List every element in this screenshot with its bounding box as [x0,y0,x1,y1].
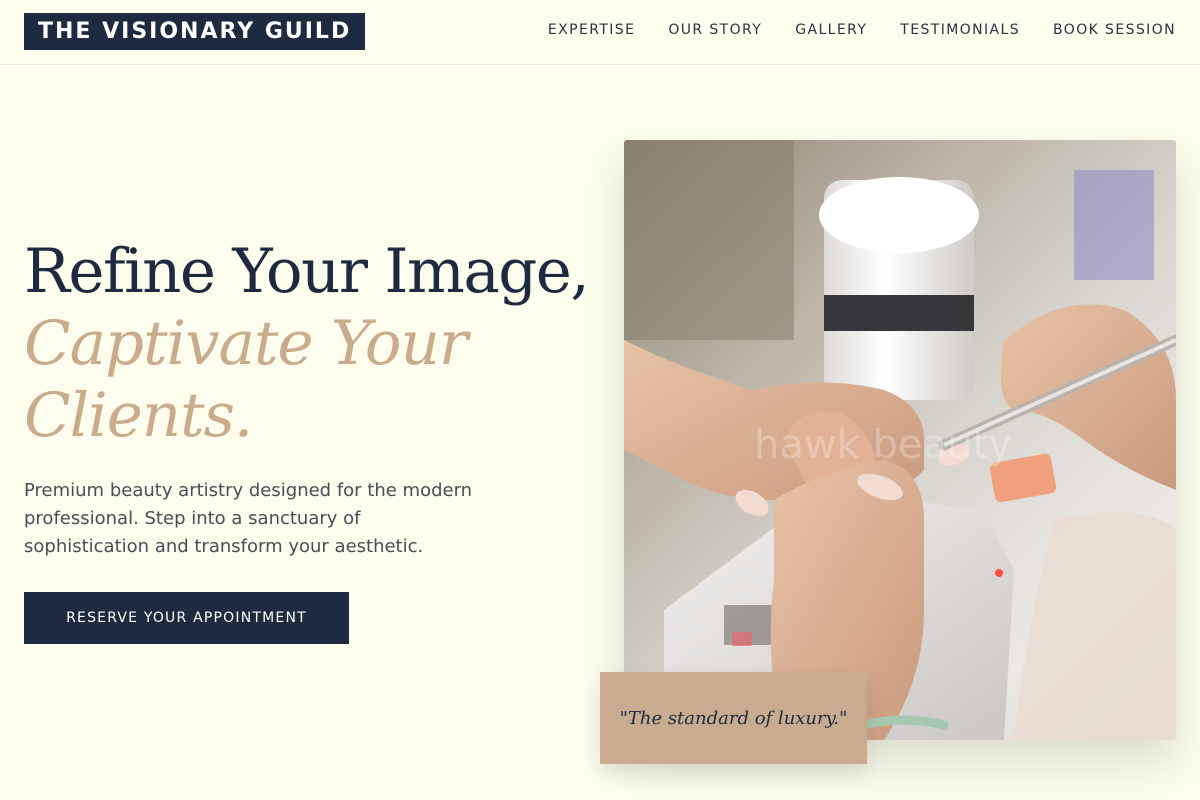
quote-text: "The standard of luxury." [619,707,848,729]
nav-link-gallery[interactable]: GALLERY [795,22,867,38]
site-logo[interactable]: THE VISIONARY GUILD [24,13,366,50]
hero-headline-line1: Refine Your Image, [24,236,590,307]
main-nav: EXPERTISE OUR STORY GALLERY TESTIMONIALS… [548,22,1176,38]
hero-subtext: Premium beauty artistry designed for the… [24,480,473,557]
reserve-appointment-button[interactable]: RESERVE YOUR APPOINTMENT [24,592,349,644]
hero-headline: Refine Your Image, Captivate Your Client… [24,236,594,452]
nav-link-expertise[interactable]: EXPERTISE [548,22,635,38]
hero-photo-manicure: hawk beauty [624,140,1176,740]
quote-card: "The standard of luxury." [600,672,867,764]
nav-link-our-story[interactable]: OUR STORY [668,22,762,38]
image-watermark: hawk beauty [754,422,1012,468]
hero-headline-line2: Captivate Your Clients. [24,308,468,451]
site-header: THE VISIONARY GUILD EXPERTISE OUR STORY … [0,0,1200,65]
nav-link-book-session[interactable]: BOOK SESSION [1053,22,1176,38]
nav-link-testimonials[interactable]: TESTIMONIALS [900,22,1020,38]
